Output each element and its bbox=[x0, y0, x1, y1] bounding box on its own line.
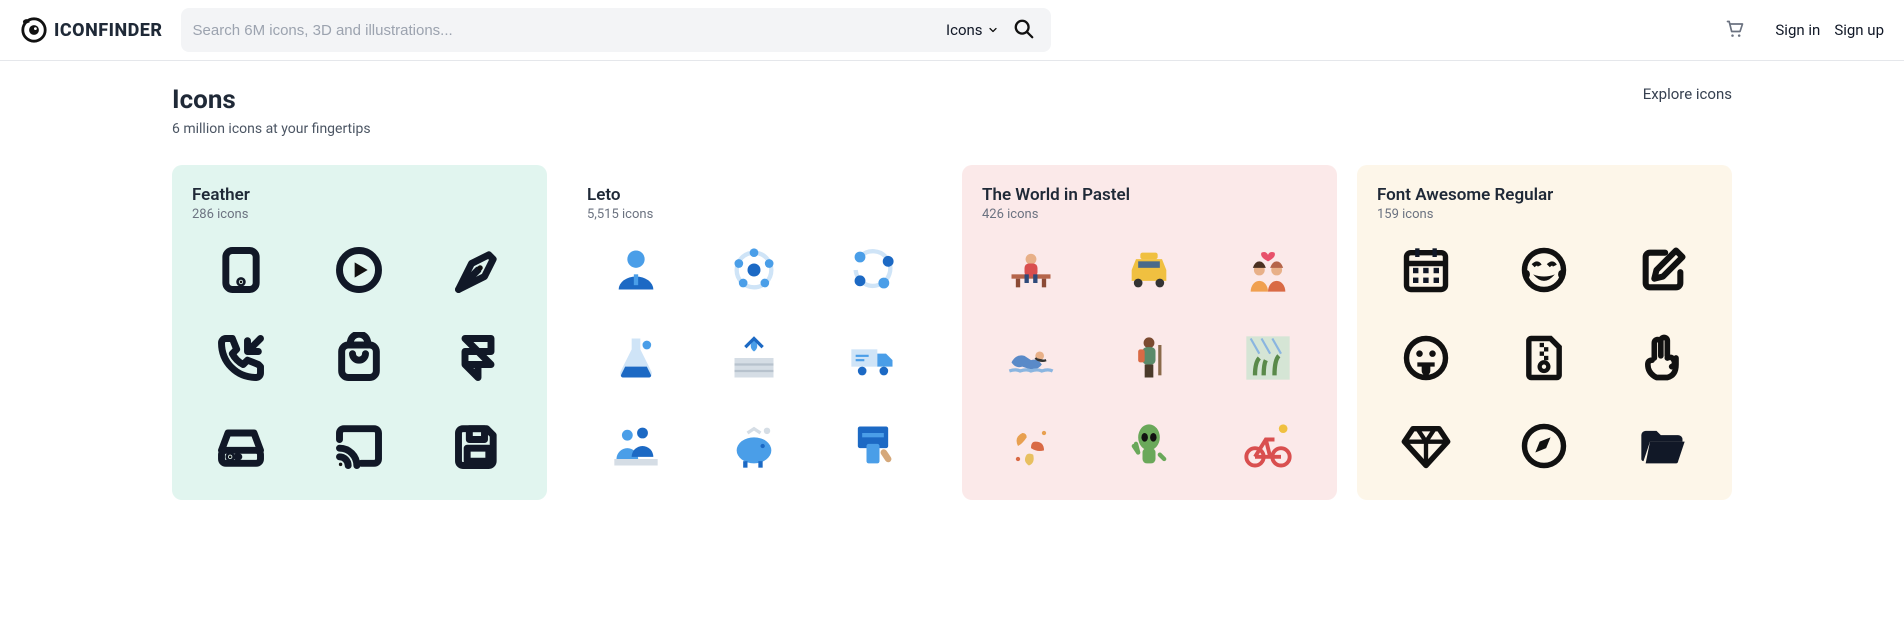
main-content: Icons 6 million icons at your fingertips… bbox=[152, 61, 1752, 540]
iconfinder-logo-icon bbox=[20, 16, 48, 44]
businessman-icon bbox=[606, 240, 666, 300]
card-count: 426 icons bbox=[982, 207, 1317, 222]
cart-icon bbox=[1725, 19, 1745, 39]
chevron-down-icon bbox=[987, 24, 999, 36]
cast-icon bbox=[329, 416, 389, 476]
page-title: Icons bbox=[172, 85, 371, 115]
search-bar: Icons bbox=[181, 8, 1051, 52]
sign-up-link[interactable]: Sign up bbox=[1834, 21, 1884, 39]
icon-grid bbox=[1377, 240, 1712, 476]
gem-icon bbox=[1396, 416, 1456, 476]
card-world-in-pastel[interactable]: The World in Pastel 426 icons bbox=[962, 165, 1337, 500]
card-title: Leto bbox=[587, 185, 922, 205]
card-title: The World in Pastel bbox=[982, 185, 1317, 205]
framer-icon bbox=[448, 328, 508, 388]
save-icon bbox=[448, 416, 508, 476]
cards-row: Feather 286 icons Leto 5,515 icons bbox=[172, 165, 1732, 500]
edit-square-icon bbox=[1633, 240, 1693, 300]
brand-logo[interactable]: ICONFINDER bbox=[20, 16, 163, 44]
pen-nib-icon bbox=[448, 240, 508, 300]
atm-card-icon bbox=[843, 416, 903, 476]
network-icon bbox=[724, 240, 784, 300]
card-leto[interactable]: Leto 5,515 icons bbox=[567, 165, 942, 500]
phone-incoming-icon bbox=[211, 328, 271, 388]
card-count: 5,515 icons bbox=[587, 207, 922, 222]
card-title: Feather bbox=[192, 185, 527, 205]
shopping-bag-icon bbox=[329, 328, 389, 388]
team-icon bbox=[606, 416, 666, 476]
card-count: 159 icons bbox=[1377, 207, 1712, 222]
rain-plants-icon bbox=[1238, 328, 1298, 388]
hard-drive-icon bbox=[211, 416, 271, 476]
section-head: Icons 6 million icons at your fingertips… bbox=[172, 85, 1732, 137]
bicycle-icon bbox=[1238, 416, 1298, 476]
header: ICONFINDER Icons Sign in Sign up bbox=[0, 0, 1904, 61]
file-archive-icon bbox=[1514, 328, 1574, 388]
peace-hand-icon bbox=[1633, 328, 1693, 388]
card-count: 286 icons bbox=[192, 207, 527, 222]
person-bench-icon bbox=[1001, 240, 1061, 300]
couple-love-icon bbox=[1238, 240, 1298, 300]
piggy-bank-icon bbox=[724, 416, 784, 476]
delivery-truck-icon bbox=[843, 328, 903, 388]
swimmer-shark-icon bbox=[1001, 328, 1061, 388]
explore-icons-link[interactable]: Explore icons bbox=[1643, 85, 1732, 103]
card-title: Font Awesome Regular bbox=[1377, 185, 1712, 205]
icon-grid bbox=[587, 240, 922, 476]
icon-grid bbox=[192, 240, 527, 476]
flask-icon bbox=[606, 328, 666, 388]
brand-text: ICONFINDER bbox=[54, 20, 163, 41]
tongue-face-icon bbox=[1396, 328, 1456, 388]
play-circle-icon bbox=[329, 240, 389, 300]
hiker-icon bbox=[1119, 328, 1179, 388]
icon-grid bbox=[982, 240, 1317, 476]
search-icon bbox=[1013, 18, 1035, 40]
autumn-leaves-icon bbox=[1001, 416, 1061, 476]
folder-open-icon bbox=[1633, 416, 1693, 476]
compass-icon bbox=[1514, 416, 1574, 476]
page-subtitle: 6 million icons at your fingertips bbox=[172, 121, 371, 137]
firewall-icon bbox=[724, 328, 784, 388]
card-feather[interactable]: Feather 286 icons bbox=[172, 165, 547, 500]
card-font-awesome[interactable]: Font Awesome Regular 159 icons bbox=[1357, 165, 1732, 500]
taxi-icon bbox=[1119, 240, 1179, 300]
cart-button[interactable] bbox=[1725, 19, 1745, 42]
search-type-dropdown[interactable]: Icons bbox=[936, 21, 1009, 39]
search-button[interactable] bbox=[1009, 14, 1039, 47]
sign-in-link[interactable]: Sign in bbox=[1775, 21, 1820, 39]
search-type-label: Icons bbox=[946, 21, 983, 39]
alien-peace-icon bbox=[1119, 416, 1179, 476]
calendar-icon bbox=[1396, 240, 1456, 300]
laugh-tears-icon bbox=[1514, 240, 1574, 300]
tablet-icon bbox=[211, 240, 271, 300]
search-input[interactable] bbox=[193, 22, 936, 39]
process-cycle-icon bbox=[843, 240, 903, 300]
